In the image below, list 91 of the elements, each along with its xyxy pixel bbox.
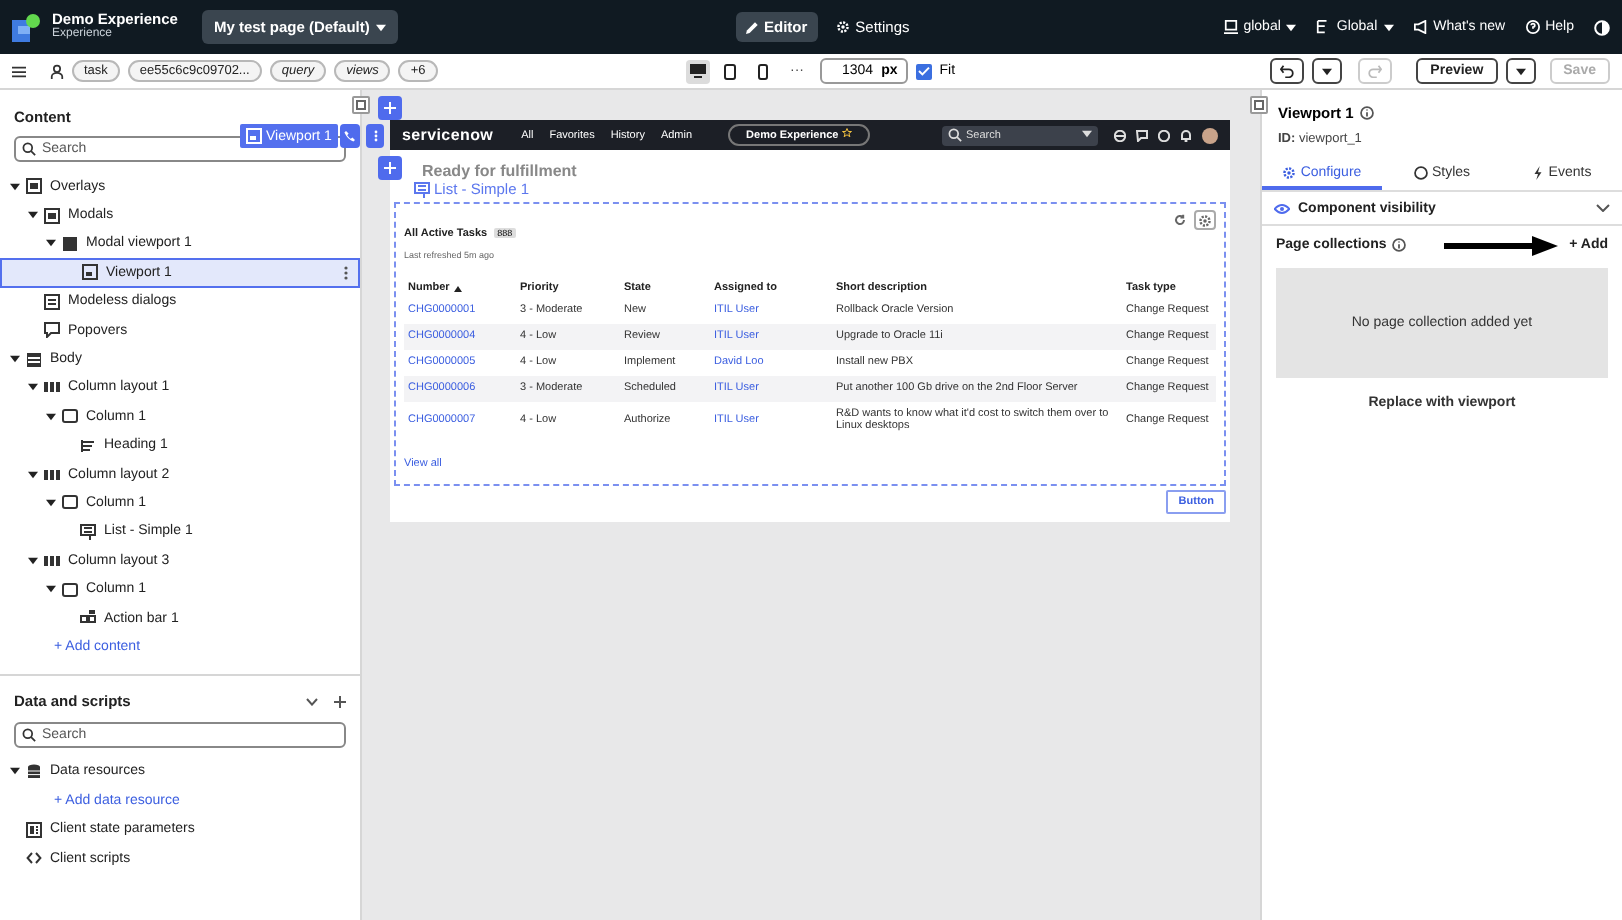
sort-icon <box>453 285 462 291</box>
action-bar-icon <box>80 610 96 627</box>
caret-icon <box>1515 67 1526 75</box>
search-icon <box>22 142 36 156</box>
column-icon <box>62 494 78 511</box>
list-icon <box>414 181 430 197</box>
bell-icon[interactable] <box>1180 129 1192 141</box>
columns-icon <box>44 555 60 566</box>
square-icon <box>62 235 78 252</box>
parameters-icon <box>26 821 42 838</box>
tablet-icon <box>724 63 736 79</box>
page-heading: Ready for fulfillment <box>422 162 579 180</box>
column-icon <box>62 408 78 425</box>
chevron-icon[interactable] <box>306 697 318 706</box>
caret-icon[interactable] <box>28 469 38 480</box>
avatar-icon[interactable] <box>1202 127 1218 143</box>
pencil-icon <box>746 21 758 33</box>
add-above-button[interactable] <box>378 96 402 120</box>
menu-icon[interactable] <box>12 65 26 77</box>
speech-bubble-icon <box>44 322 60 339</box>
heading-icon <box>80 437 96 454</box>
caret-icon <box>1383 23 1394 31</box>
caret-icon[interactable] <box>46 238 56 249</box>
caret-icon[interactable] <box>46 497 56 508</box>
info-icon[interactable] <box>1359 106 1374 120</box>
contrast-icon[interactable] <box>1594 19 1610 35</box>
undo-button[interactable] <box>1270 58 1305 84</box>
person-icon[interactable] <box>50 63 64 79</box>
device-button[interactable] <box>718 59 742 83</box>
fit-checkbox[interactable] <box>915 63 932 79</box>
chat-icon[interactable] <box>1136 129 1148 141</box>
caret-icon <box>1322 67 1333 75</box>
info-icon[interactable] <box>1392 238 1407 252</box>
panel-icon <box>1254 100 1264 110</box>
gear-icon <box>1198 213 1212 227</box>
annotation-arrow <box>1443 235 1558 255</box>
redo-icon <box>1368 64 1383 78</box>
caret-icon[interactable] <box>28 555 38 566</box>
plus-icon[interactable] <box>334 695 346 708</box>
viewport-icon <box>82 264 98 281</box>
caret-icon[interactable] <box>10 354 20 365</box>
plus-icon <box>384 162 396 174</box>
scope-icon <box>1223 20 1238 34</box>
gear-icon <box>1282 166 1297 180</box>
panel-icon <box>356 100 366 110</box>
drag-handle[interactable] <box>366 124 384 148</box>
body-icon <box>26 351 42 368</box>
caret-icon <box>375 23 386 31</box>
selection-action-button[interactable] <box>340 124 360 148</box>
megaphone-icon <box>1413 20 1428 34</box>
caret-icon <box>1286 23 1297 31</box>
plus-icon <box>384 102 396 114</box>
caret-icon[interactable] <box>28 382 38 393</box>
collapse-panel-button[interactable] <box>352 96 370 114</box>
caret-icon[interactable] <box>10 181 20 192</box>
undo-menu-button[interactable] <box>1312 58 1343 84</box>
mobile-icon <box>757 63 767 79</box>
undo-icon <box>1280 64 1295 78</box>
caret-icon[interactable] <box>28 210 38 221</box>
star-icon[interactable] <box>841 128 852 138</box>
column-icon <box>62 581 78 598</box>
phone-icon <box>344 130 356 142</box>
refresh-icon[interactable] <box>1174 214 1186 226</box>
list-icon <box>80 523 96 540</box>
desktop-icon <box>690 64 706 78</box>
list-component[interactable] <box>394 202 1226 487</box>
viewport-icon <box>246 128 262 144</box>
caret-icon <box>1082 129 1092 137</box>
app-logo-icon <box>12 13 40 41</box>
device-button[interactable] <box>686 59 710 83</box>
brand-logo: servicenow <box>402 126 494 144</box>
collapse-panel-button[interactable] <box>1250 96 1268 114</box>
lightning-icon <box>1532 166 1545 180</box>
columns-icon <box>44 469 60 480</box>
settings-button[interactable] <box>1194 210 1216 230</box>
search-icon <box>22 727 36 742</box>
search-icon <box>948 128 962 142</box>
eye-icon <box>1274 203 1290 213</box>
dialog-icon <box>44 293 60 310</box>
caret-icon[interactable] <box>46 411 56 422</box>
preview-menu-button[interactable] <box>1505 58 1536 84</box>
code-icon <box>26 850 42 866</box>
caret-icon[interactable] <box>46 584 56 595</box>
add-below-button[interactable] <box>378 156 402 180</box>
gear-icon <box>835 20 850 34</box>
help-icon[interactable] <box>1158 129 1170 141</box>
database-icon <box>26 763 42 780</box>
caret-icon[interactable] <box>10 766 20 777</box>
help-icon <box>1525 20 1540 34</box>
columns-icon <box>44 382 60 393</box>
globe-icon[interactable] <box>1114 129 1126 141</box>
